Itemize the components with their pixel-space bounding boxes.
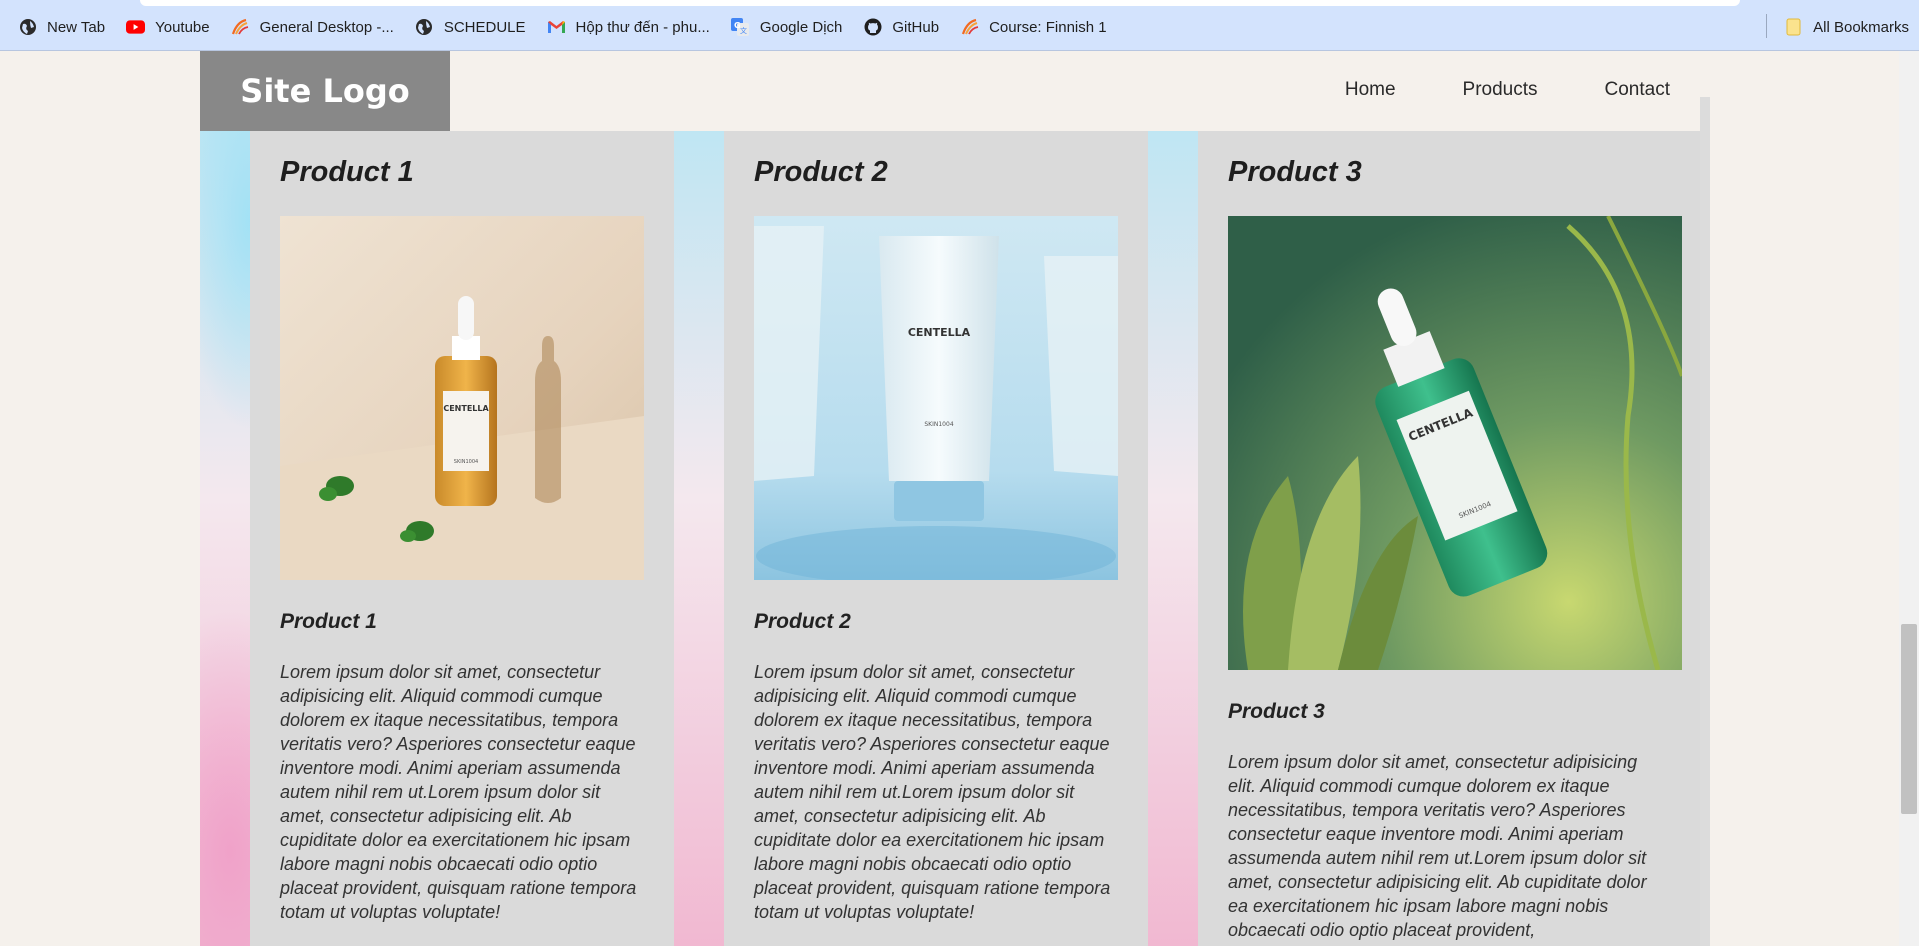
- bookmark-new-tab[interactable]: New Tab: [18, 17, 105, 37]
- bookmarks-list: New Tab Youtube General Desktop -... SCH…: [18, 17, 1128, 37]
- bookmark-course-finnish[interactable]: Course: Finnish 1: [960, 17, 1107, 37]
- bookmark-github[interactable]: GitHub: [863, 17, 939, 37]
- bookmark-label: SCHEDULE: [443, 18, 526, 36]
- bookmarks-divider: [1766, 14, 1767, 38]
- bookmark-label: New Tab: [47, 18, 106, 36]
- course-icon: [960, 18, 979, 37]
- course-icon: [231, 18, 250, 37]
- bottle-maker-text: SKIN1004: [454, 459, 478, 465]
- product-subtitle: Product 3: [1228, 700, 1325, 723]
- site-header: Site Logo Home Products Contact: [200, 51, 1710, 131]
- bookmark-general-desktop[interactable]: General Desktop -...: [231, 17, 394, 37]
- nav-products-link[interactable]: Products: [1463, 79, 1538, 101]
- youtube-icon: [126, 18, 146, 37]
- bookmark-label: Hộp thư đến - phu...: [575, 18, 710, 36]
- bookmark-label: Youtube: [155, 18, 210, 36]
- globe-icon: [415, 18, 434, 37]
- bottle-brand-text: CENTELLA: [443, 404, 489, 413]
- bookmarks-bar: New Tab Youtube General Desktop -... SCH…: [0, 0, 1919, 51]
- gmail-icon: [547, 18, 566, 37]
- bookmark-schedule[interactable]: SCHEDULE: [415, 17, 526, 37]
- all-bookmarks-button[interactable]: All Bookmarks: [1784, 17, 1909, 37]
- address-bar-edge[interactable]: [140, 0, 1740, 6]
- product-card: Product 1 CENTELLA SKIN1004 Product 1 Lo…: [250, 131, 674, 946]
- product-card: Product 3 CENTELLA SKIN1004 Product 3 Lo…: [1198, 131, 1700, 946]
- product-subtitle: Product 2: [754, 610, 851, 633]
- product-title: Product 3: [1228, 156, 1362, 188]
- product-title: Product 2: [754, 156, 888, 188]
- bookmark-gmail[interactable]: Hộp thư đến - phu...: [547, 17, 710, 37]
- product-description: Lorem ipsum dolor sit amet, consectetur …: [280, 662, 637, 922]
- blue-tube-cream-photo: CENTELLA SKIN1004: [754, 216, 1118, 580]
- nav-contact-link[interactable]: Contact: [1605, 79, 1670, 101]
- bookmark-google-translate[interactable]: G文 Google Dịch: [731, 17, 843, 37]
- tube-maker-text: SKIN1004: [924, 421, 953, 428]
- window-scrollbar[interactable]: [1899, 51, 1919, 946]
- bookmark-label: Google Dịch: [759, 18, 843, 36]
- product-subtitle: Product 1: [280, 610, 377, 633]
- bookmark-label: GitHub: [892, 18, 940, 36]
- all-bookmarks-label: All Bookmarks: [1813, 18, 1909, 36]
- green-ampoule-bottle-photo: CENTELLA SKIN1004: [1228, 216, 1682, 670]
- translate-icon: G文: [731, 18, 750, 37]
- tube-brand-text: CENTELLA: [908, 326, 971, 339]
- product-title: Product 1: [280, 156, 414, 188]
- bookmark-label: General Desktop -...: [259, 18, 394, 36]
- github-icon: [863, 18, 882, 37]
- product-card: Product 2 CENTELLA SKIN1004 Product 2 Lo…: [724, 131, 1148, 946]
- main-nav: Home Products Contact: [1278, 79, 1670, 101]
- web-page: Site Logo Home Products Contact Product …: [0, 51, 1919, 946]
- bookmark-youtube[interactable]: Youtube: [126, 17, 210, 37]
- product-description: Lorem ipsum dolor sit amet, consectetur …: [754, 662, 1111, 922]
- folder-icon: [1784, 18, 1803, 37]
- bookmark-label: Course: Finnish 1: [989, 18, 1107, 36]
- amber-serum-bottle-photo: CENTELLA SKIN1004: [280, 216, 644, 580]
- product-description: Lorem ipsum dolor sit amet, consectetur …: [1228, 752, 1647, 940]
- scrollbar-thumb[interactable]: [1901, 624, 1917, 814]
- site-logo[interactable]: Site Logo: [200, 51, 450, 131]
- globe-icon: [18, 18, 37, 37]
- content-edge-strip: [1700, 97, 1710, 946]
- svg-text:文: 文: [740, 26, 747, 35]
- nav-home-link[interactable]: Home: [1345, 79, 1396, 101]
